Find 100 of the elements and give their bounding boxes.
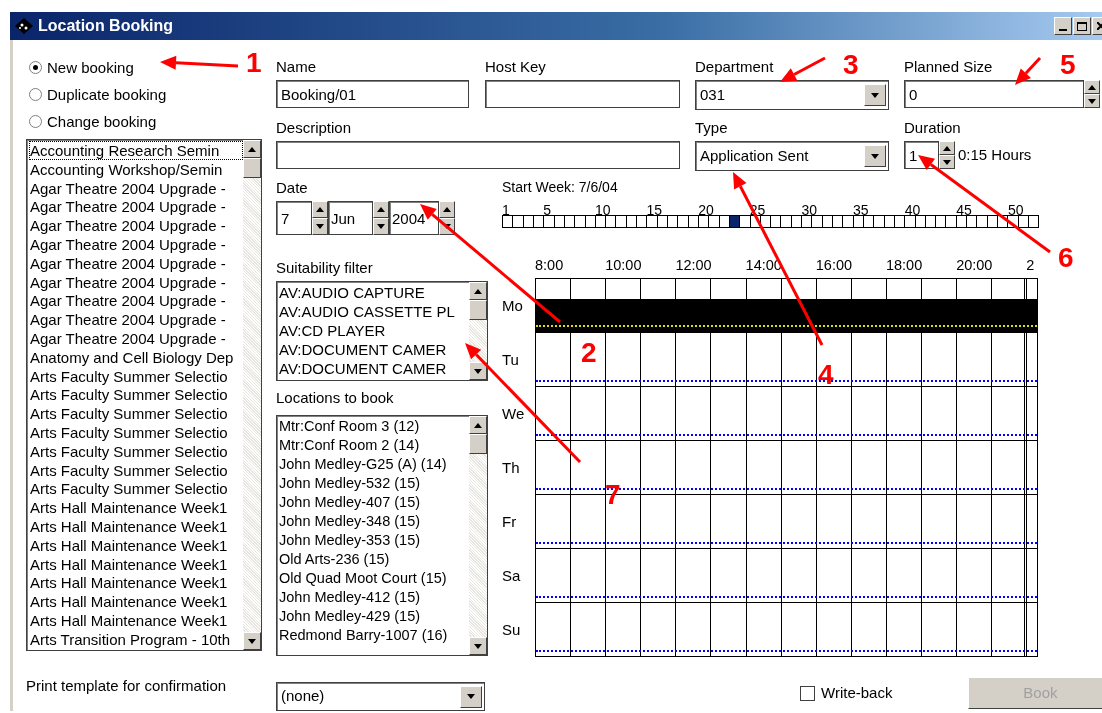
list-item[interactable]: Arts Faculty Summer Selectio xyxy=(29,460,243,480)
list-item[interactable]: Old Quad Moot Court (15) xyxy=(279,569,469,588)
week-cell[interactable] xyxy=(750,215,761,228)
booking-bar[interactable] xyxy=(536,299,1037,332)
week-cell[interactable] xyxy=(523,215,534,228)
scrollbar[interactable] xyxy=(469,282,487,380)
list-item[interactable]: Arts Transition Program - 10th xyxy=(29,629,243,649)
list-item[interactable]: Arts Hall Maintenance Week1 xyxy=(29,535,243,555)
print-template-select[interactable]: (none) xyxy=(276,682,485,711)
list-item[interactable]: Agar Theatre 2004 Upgrade - xyxy=(29,216,243,235)
week-cell[interactable] xyxy=(977,215,988,228)
dropdown-button[interactable] xyxy=(864,145,886,167)
list-item[interactable]: Arts Hall Maintenance Week1 xyxy=(29,610,243,630)
scroll-up-button[interactable] xyxy=(469,282,487,300)
week-cell[interactable] xyxy=(812,215,823,228)
week-cell[interactable] xyxy=(853,215,864,228)
list-item[interactable]: Arts Faculty Summer Selectio xyxy=(29,441,243,461)
spin-down-button[interactable] xyxy=(939,155,955,169)
week-cell[interactable] xyxy=(843,215,854,228)
week-cell[interactable] xyxy=(874,215,885,228)
week-cell[interactable] xyxy=(606,215,617,228)
dropdown-button[interactable] xyxy=(864,84,886,106)
radio-button[interactable] xyxy=(29,61,42,74)
list-item[interactable]: Arts Hall Maintenance Week1 xyxy=(29,592,243,611)
schedule-row[interactable] xyxy=(536,387,1038,441)
spin-up-button[interactable] xyxy=(439,201,455,218)
week-cell[interactable] xyxy=(946,215,957,228)
spin-down-button[interactable] xyxy=(1084,94,1100,108)
radio-button[interactable] xyxy=(29,88,42,101)
list-item[interactable]: John Medley-G25 (A) (14) xyxy=(279,455,469,474)
list-item[interactable]: John Medley-353 (15) xyxy=(279,531,469,550)
list-item[interactable]: Agar Theatre 2004 Upgrade - xyxy=(29,291,243,311)
schedule-row[interactable] xyxy=(536,333,1038,387)
scroll-thumb[interactable] xyxy=(243,158,261,178)
week-cell[interactable] xyxy=(729,215,741,228)
list-item[interactable]: Mtr:Conf Room 3 (12) xyxy=(279,417,469,436)
week-cell[interactable] xyxy=(894,215,906,228)
list-item[interactable]: John Medley-412 (15) xyxy=(279,588,469,607)
dropdown-button[interactable] xyxy=(460,685,482,708)
list-item[interactable]: Arts Hall Maintenance Week1 xyxy=(29,554,243,574)
list-item[interactable]: Mtr:Conf Room 2 (14) xyxy=(279,436,469,455)
list-item[interactable]: John Medley-348 (15) xyxy=(279,512,469,531)
list-item[interactable]: Old Arts-236 (15) xyxy=(279,550,469,569)
spin-up-button[interactable] xyxy=(312,201,328,218)
scroll-up-button[interactable] xyxy=(243,140,261,158)
list-item[interactable]: AV:CD PLAYER xyxy=(279,321,469,340)
scroll-down-button[interactable] xyxy=(243,632,261,650)
department-select[interactable]: 031 xyxy=(695,80,889,110)
spin-down-button[interactable] xyxy=(312,218,328,235)
week-cell[interactable] xyxy=(781,215,792,228)
week-cell[interactable] xyxy=(688,215,699,228)
list-item[interactable]: Agar Theatre 2004 Upgrade - xyxy=(29,310,243,329)
list-item[interactable]: AV:AUDIO CAPTURE xyxy=(279,283,469,302)
list-item[interactable]: AV:DOCUMENT CAMER xyxy=(279,340,469,359)
week-cell[interactable] xyxy=(833,215,844,228)
week-cell[interactable] xyxy=(595,215,607,228)
week-cell[interactable] xyxy=(802,215,813,228)
list-item[interactable]: John Medley-429 (15) xyxy=(279,607,469,626)
week-cell[interactable] xyxy=(822,215,833,228)
week-cell[interactable] xyxy=(657,215,668,228)
week-cell[interactable] xyxy=(564,215,576,228)
list-item[interactable]: John Medley-407 (15) xyxy=(279,493,469,512)
list-item[interactable]: John Medley-532 (15) xyxy=(279,474,469,493)
list-item[interactable]: Accounting Research Semin xyxy=(29,141,243,160)
radio-button[interactable] xyxy=(29,115,42,128)
week-cell[interactable] xyxy=(967,215,978,228)
week-cell[interactable] xyxy=(905,215,916,228)
week-cell[interactable] xyxy=(925,215,937,228)
week-cell[interactable] xyxy=(503,215,514,228)
list-item[interactable]: Agar Theatre 2004 Upgrade - xyxy=(29,253,243,273)
list-item[interactable]: Arts Hall Maintenance Week1 xyxy=(29,498,243,517)
week-cell[interactable] xyxy=(544,215,555,228)
week-cell[interactable] xyxy=(709,215,720,228)
list-item[interactable]: Arts Faculty Summer Selectio xyxy=(29,422,243,442)
list-item[interactable]: Agar Theatre 2004 Upgrade - xyxy=(29,328,243,348)
type-select[interactable]: Application Sent xyxy=(695,141,889,171)
schedule-row[interactable] xyxy=(536,549,1038,603)
week-cell[interactable] xyxy=(719,215,730,228)
week-cell[interactable] xyxy=(771,215,782,228)
spin-up-button[interactable] xyxy=(1084,80,1100,94)
list-item[interactable]: Agar Theatre 2004 Upgrade - xyxy=(29,197,243,217)
week-cell[interactable] xyxy=(575,215,586,228)
list-item[interactable]: Arts Hall Maintenance Week1 xyxy=(29,516,243,536)
week-cell[interactable] xyxy=(863,215,875,228)
week-cell[interactable] xyxy=(740,215,751,228)
list-item[interactable]: Arts Faculty Summer Selectio xyxy=(29,404,243,423)
list-item[interactable]: Agar Theatre 2004 Upgrade - xyxy=(29,272,243,292)
checkbox[interactable] xyxy=(800,685,815,701)
week-cell[interactable] xyxy=(1008,215,1019,228)
week-cell[interactable] xyxy=(698,215,710,228)
name-field[interactable]: Booking/01 xyxy=(276,80,469,108)
list-item[interactable]: Accounting Workshop/Semin xyxy=(29,159,243,179)
scroll-thumb[interactable] xyxy=(469,300,487,320)
day-field[interactable]: 7 xyxy=(276,201,312,235)
list-item[interactable]: Arts Faculty Summer Selectio xyxy=(29,366,243,386)
week-cell[interactable] xyxy=(1028,215,1040,228)
week-cell[interactable] xyxy=(678,215,689,228)
week-cell[interactable] xyxy=(936,215,947,228)
week-cell[interactable] xyxy=(915,215,926,228)
week-cell[interactable] xyxy=(1018,215,1029,228)
